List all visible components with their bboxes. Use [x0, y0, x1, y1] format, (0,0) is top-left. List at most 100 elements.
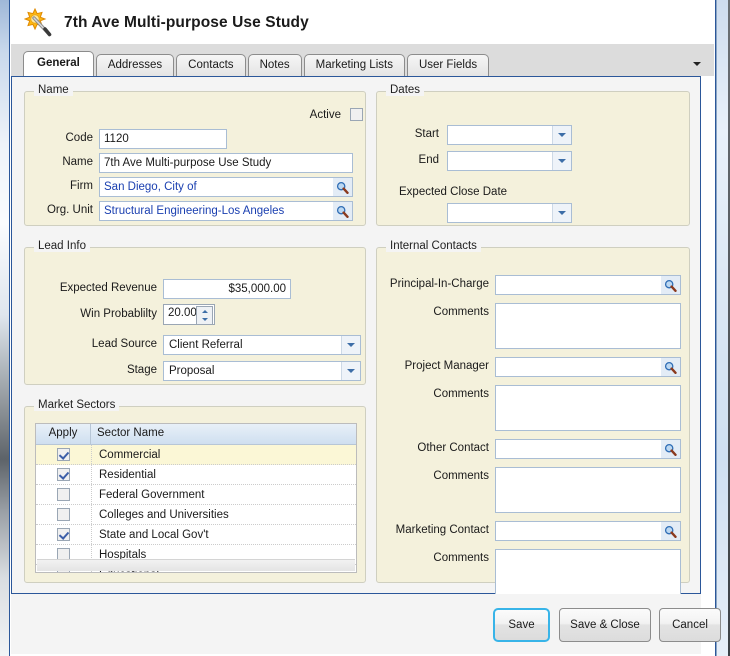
expected-revenue-input[interactable]	[163, 279, 291, 299]
window-border-left	[0, 0, 9, 656]
magnifier-icon[interactable]	[661, 358, 680, 376]
market-sectors-group-title: Market Sectors	[34, 399, 120, 411]
apply-cell[interactable]	[36, 505, 92, 524]
tab-addresses[interactable]: Addresses	[95, 54, 175, 76]
market-sectors-table[interactable]: Apply Sector Name Commercial Residential…	[35, 423, 357, 573]
dates-groupbox: Dates Start End Expected Close Date	[376, 84, 690, 226]
chevron-down-icon[interactable]	[341, 362, 360, 380]
chevron-down-icon[interactable]	[552, 204, 571, 222]
column-header-sector-name[interactable]: Sector Name	[91, 424, 164, 444]
principal-in-charge-lookup-field	[495, 275, 681, 295]
code-input[interactable]	[99, 129, 227, 149]
table-row[interactable]: State and Local Gov't	[36, 525, 356, 545]
project-manager-lookup-field	[495, 357, 681, 377]
principal-in-charge-input[interactable]	[495, 275, 681, 295]
apply-cell[interactable]	[36, 465, 92, 484]
chevron-down-icon[interactable]	[552, 126, 571, 144]
lead-source-value: Client Referral	[169, 339, 243, 351]
window-border-right	[716, 0, 730, 656]
project-manager-comments-textarea[interactable]	[495, 385, 681, 431]
column-header-apply[interactable]: Apply	[36, 424, 91, 444]
active-checkbox[interactable]	[350, 108, 363, 121]
table-row[interactable]: Commercial	[36, 445, 356, 465]
magnifier-icon[interactable]	[661, 522, 680, 540]
triangle-down-icon[interactable]	[197, 316, 212, 325]
magnifier-icon[interactable]	[333, 178, 352, 196]
lead-source-label: Lead Source	[91, 338, 157, 350]
project-manager-input[interactable]	[495, 357, 681, 377]
other-contact-comments-textarea[interactable]	[495, 467, 681, 513]
firm-lookup-field	[99, 177, 353, 197]
tab-general[interactable]: General	[23, 51, 94, 76]
apply-checkbox[interactable]	[57, 468, 70, 481]
end-date-combobox[interactable]	[447, 151, 572, 171]
caret-glyph	[558, 159, 566, 163]
name-groupbox: Name Active Code Name Firm Org. Unit	[24, 84, 366, 226]
apply-checkbox[interactable]	[57, 528, 70, 541]
chevron-down-icon[interactable]	[341, 336, 360, 354]
tab-notes[interactable]: Notes	[247, 54, 302, 76]
win-probability-stepper[interactable]: 20.00	[163, 304, 215, 325]
save-and-close-button[interactable]: Save & Close	[559, 608, 651, 642]
application-window: 7th Ave Multi-purpose Use Study General …	[0, 0, 730, 656]
table-row[interactable]: Colleges and Universities	[36, 505, 356, 525]
save-button[interactable]: Save	[493, 608, 550, 642]
caret-glyph	[693, 62, 701, 66]
apply-checkbox[interactable]	[57, 508, 70, 521]
name-input[interactable]	[99, 153, 353, 173]
stepper-buttons[interactable]	[196, 306, 213, 325]
table-row[interactable]: Residential	[36, 465, 356, 485]
magnifier-icon[interactable]	[333, 202, 352, 220]
tab-label: Notes	[259, 59, 290, 71]
tab-list: General Addresses Contacts Notes Marketi…	[23, 51, 491, 76]
start-date-combobox[interactable]	[447, 125, 572, 145]
market-sectors-groupbox: Market Sectors Apply Sector Name Commerc…	[24, 399, 366, 583]
apply-cell[interactable]	[36, 485, 92, 504]
stage-label: Stage	[126, 364, 157, 376]
tab-contacts[interactable]: Contacts	[176, 54, 246, 76]
sector-name-cell: Commercial	[99, 448, 161, 461]
apply-checkbox[interactable]	[57, 488, 70, 501]
marketing-contact-input[interactable]	[495, 521, 681, 541]
principal-in-charge-comments-label: Comments	[433, 306, 489, 318]
start-date-label: Start	[414, 128, 439, 140]
lead-info-group-title: Lead Info	[34, 240, 90, 252]
magic-wand-icon	[23, 7, 54, 38]
table-header-row: Apply Sector Name	[36, 424, 356, 445]
magnifier-icon[interactable]	[661, 440, 680, 458]
internal-contacts-group-title: Internal Contacts	[386, 240, 481, 252]
name-label: Name	[62, 156, 93, 168]
apply-checkbox[interactable]	[57, 448, 70, 461]
tab-user-fields[interactable]: User Fields	[406, 54, 490, 76]
page-title: 7th Ave Multi-purpose Use Study	[64, 14, 309, 31]
table-row[interactable]: Federal Government	[36, 485, 356, 505]
caret-glyph	[558, 133, 566, 137]
triangle-up-icon[interactable]	[197, 307, 212, 316]
sector-name-cell: State and Local Gov't	[99, 528, 209, 541]
marketing-contact-comments-textarea[interactable]	[495, 549, 681, 595]
stage-combobox[interactable]: Proposal	[163, 361, 361, 381]
lead-info-groupbox: Lead Info Expected Revenue Win Probablil…	[24, 240, 366, 385]
marketing-contact-label: Marketing Contact	[395, 524, 489, 536]
tab-marketing-lists[interactable]: Marketing Lists	[303, 54, 405, 76]
chevron-down-icon[interactable]	[552, 152, 571, 170]
chevron-down-icon[interactable]	[690, 57, 704, 71]
tab-label: Addresses	[107, 59, 163, 71]
sector-name-cell: Residential	[99, 468, 156, 481]
firm-input[interactable]	[99, 177, 353, 197]
lead-source-combobox[interactable]: Client Referral	[163, 335, 361, 355]
win-probability-value: 20.00	[168, 307, 197, 319]
tab-label: Marketing Lists	[315, 59, 393, 71]
other-contact-input[interactable]	[495, 439, 681, 459]
org-unit-input[interactable]	[99, 201, 353, 221]
expected-close-date-combobox[interactable]	[447, 203, 572, 223]
cancel-button[interactable]: Cancel	[659, 608, 721, 642]
other-contact-label: Other Contact	[417, 442, 489, 454]
principal-in-charge-label: Principal-In-Charge	[389, 278, 489, 290]
horizontal-scrollbar[interactable]	[37, 559, 355, 571]
apply-cell[interactable]	[36, 445, 92, 464]
stage-value: Proposal	[169, 365, 215, 377]
apply-cell[interactable]	[36, 525, 92, 544]
magnifier-icon[interactable]	[661, 276, 680, 294]
principal-in-charge-comments-textarea[interactable]	[495, 303, 681, 349]
